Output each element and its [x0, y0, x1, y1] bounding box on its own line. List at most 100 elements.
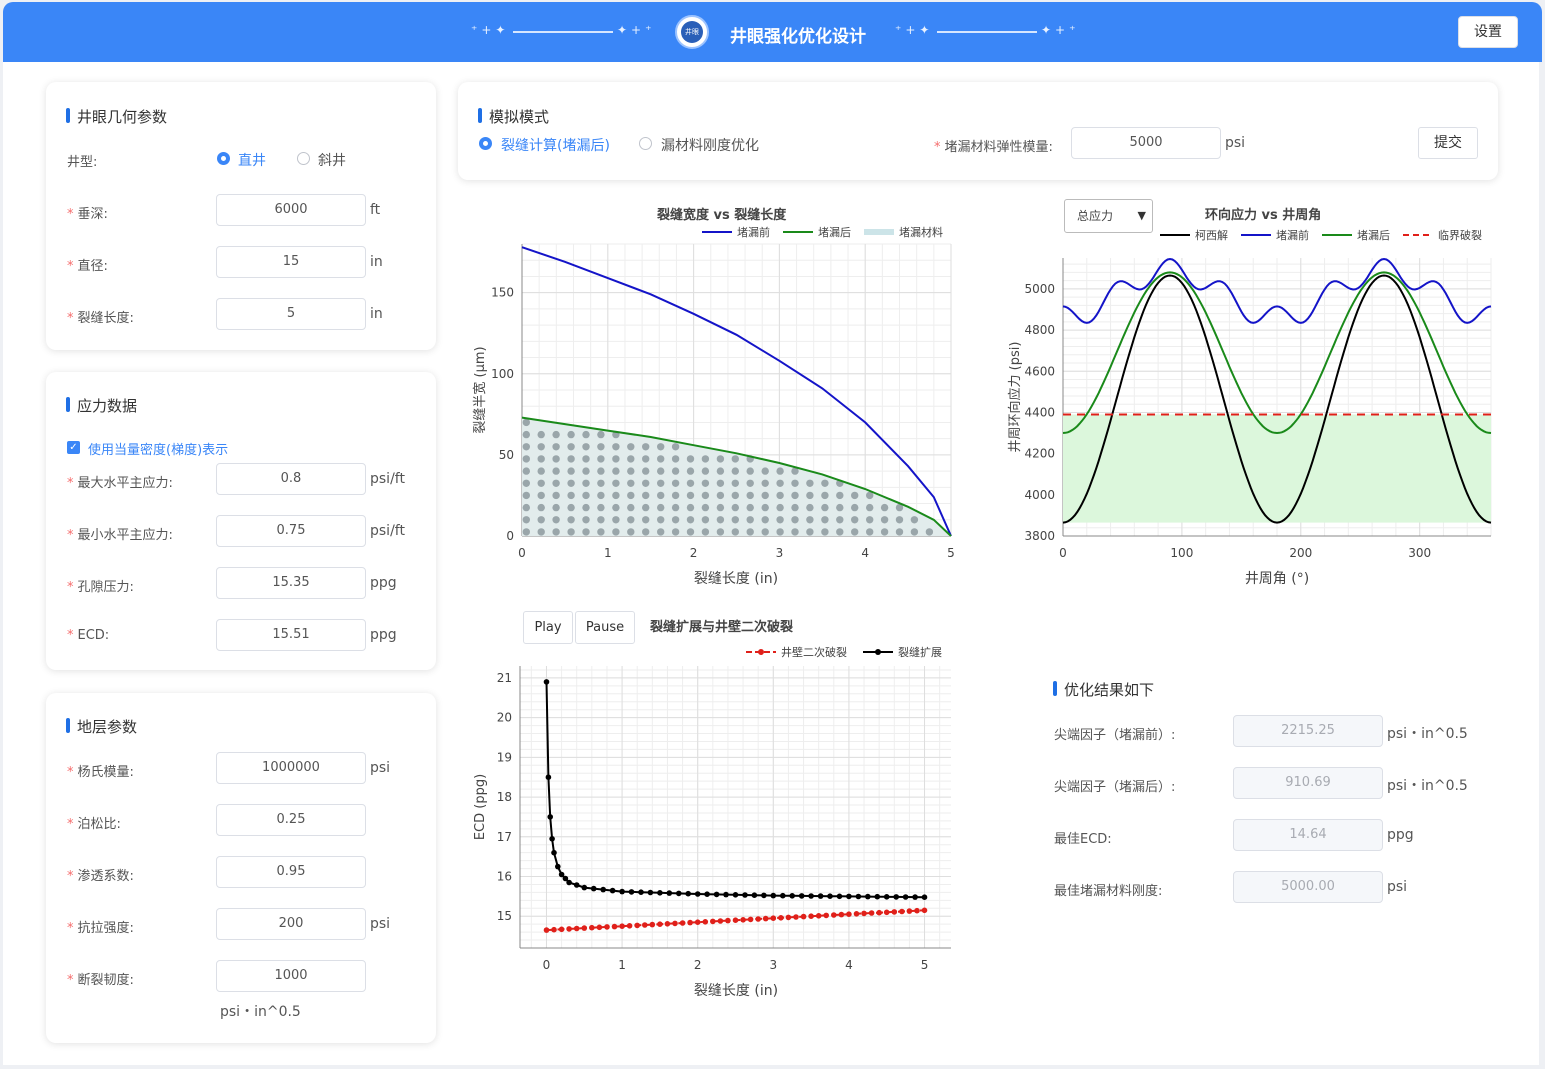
secondary-fracture-point — [899, 908, 905, 915]
secondary-fracture-point — [687, 919, 693, 926]
crack-propagation-point — [921, 894, 928, 900]
propagation-chart-legend-marker — [758, 649, 764, 655]
crack-propagation-point — [789, 893, 795, 899]
secondary-fracture-point — [551, 926, 557, 933]
best-ecd-unit: ppg — [1387, 827, 1414, 843]
secondary-fracture-point — [755, 916, 761, 922]
crack-propagation-point — [855, 893, 862, 900]
propagation-chart-x-tick-label: 3 — [769, 958, 777, 972]
crack-propagation-point — [666, 890, 673, 896]
crack-propagation-point — [874, 893, 881, 900]
crack-propagation-point — [628, 889, 635, 895]
crack-propagation-point — [694, 891, 701, 897]
secondary-fracture-point — [891, 909, 898, 915]
crack-propagation-point — [657, 890, 663, 896]
crack-propagation-point — [638, 889, 644, 895]
crack-propagation-point — [798, 893, 805, 899]
propagation-chart-y-tick-label: 17 — [497, 830, 512, 844]
propagation-chart-y-label: ECD (ppg) — [473, 774, 488, 840]
crack-propagation-point — [566, 879, 572, 886]
secondary-fracture-point — [619, 923, 625, 929]
best-stiffness-unit: psi — [1387, 879, 1408, 895]
secondary-fracture-point — [808, 913, 814, 919]
tip-factor-before-unit: psi・in^0.5 — [1387, 726, 1468, 742]
secondary-fracture-point — [876, 909, 882, 916]
secondary-fracture-point — [853, 911, 860, 917]
crack-propagation-point — [549, 836, 555, 842]
crack-propagation-point — [600, 886, 606, 893]
secondary-fracture-point — [664, 921, 671, 927]
crack-propagation-chart: 0 1 2 3 4 5 15 16 17 18 19 20 21 裂缝长度 (in) ECD (ppg) 井壁… — [473, 645, 951, 999]
secondary-fracture-point — [725, 917, 731, 924]
secondary-fracture-point — [846, 911, 852, 917]
secondary-fracture-point — [596, 924, 603, 931]
secondary-fracture-point — [740, 917, 746, 923]
best-ecd-output: 14.64 — [1233, 819, 1383, 851]
secondary-fracture-point — [611, 923, 618, 930]
secondary-fracture-point — [672, 920, 678, 927]
secondary-fracture-point — [634, 922, 640, 929]
crack-propagation-point — [808, 893, 814, 899]
best-stiffness-label: 最佳堵漏材料刚度: — [1054, 884, 1163, 899]
crack-propagation-point — [551, 849, 557, 856]
crack-propagation-point — [817, 893, 824, 899]
crack-propagation-point — [573, 882, 580, 888]
crack-propagation-point — [751, 892, 758, 898]
secondary-fracture-point — [785, 914, 792, 921]
propagation-chart-y-tick-label: 16 — [497, 870, 512, 884]
crack-propagation-point — [555, 863, 561, 870]
tip-factor-before-output: 2215.25 — [1233, 715, 1383, 747]
crack-propagation-point — [846, 893, 852, 900]
crack-propagation-point — [685, 890, 691, 897]
secondary-fracture-point — [732, 917, 739, 923]
secondary-fracture-point — [868, 910, 875, 916]
crack-propagation-point — [883, 894, 890, 900]
secondary-fracture-point — [694, 919, 701, 925]
tip-factor-after-unit: psi・in^0.5 — [1387, 778, 1468, 794]
secondary-fracture-point — [906, 908, 913, 914]
secondary-fracture-point — [770, 915, 777, 921]
crack-propagation-point — [704, 891, 710, 897]
secondary-fracture-point — [581, 925, 588, 931]
secondary-fracture-point — [914, 907, 920, 914]
crack-propagation-point — [865, 893, 871, 900]
crack-propagation-point — [723, 891, 729, 898]
tip-factor-after-output: 910.69 — [1233, 767, 1383, 799]
crack-propagation-point — [545, 774, 552, 780]
secondary-fracture-point — [573, 925, 580, 932]
secondary-fracture-point — [883, 909, 890, 916]
secondary-fracture-point — [558, 926, 565, 933]
secondary-fracture-point — [604, 924, 610, 930]
crack-propagation-point — [732, 892, 739, 898]
secondary-fracture-point — [861, 910, 867, 917]
propagation-chart-x-tick-label: 4 — [845, 958, 853, 972]
crack-propagation-point — [761, 892, 767, 899]
crack-propagation-point — [619, 888, 625, 895]
crack-propagation-point — [676, 890, 682, 897]
secondary-fracture-point — [649, 921, 656, 928]
propagation-chart-legend-label: 裂缝扩展 — [898, 645, 942, 659]
propagation-chart-y-tick-label: 19 — [497, 750, 512, 764]
best-ecd-label: 最佳ECD: — [1054, 832, 1112, 847]
crack-propagation-point — [713, 891, 720, 898]
crack-propagation-point — [590, 885, 597, 892]
secondary-fracture-point — [566, 926, 572, 932]
crack-propagation-point — [543, 679, 550, 685]
propagation-chart-y-tick-label: 18 — [497, 790, 512, 804]
propagation-chart-y-tick-label: 21 — [497, 671, 512, 685]
secondary-fracture-point — [800, 913, 807, 920]
propagation-chart-x-tick-label: 2 — [694, 958, 702, 972]
secondary-fracture-point — [642, 922, 648, 928]
best-stiffness-output: 5000.00 — [1233, 871, 1383, 903]
secondary-fracture-point — [543, 927, 550, 933]
crack-propagation-point — [780, 892, 786, 899]
crack-propagation-point — [647, 889, 654, 896]
crack-propagation-point — [912, 894, 918, 900]
secondary-fracture-point — [710, 918, 716, 925]
crack-propagation-point — [609, 887, 616, 894]
crack-propagation-point — [581, 884, 588, 891]
secondary-fracture-point — [815, 913, 822, 919]
crack-propagation-point — [836, 893, 843, 900]
crack-propagation-point — [893, 894, 899, 900]
secondary-fracture-point — [921, 907, 928, 914]
